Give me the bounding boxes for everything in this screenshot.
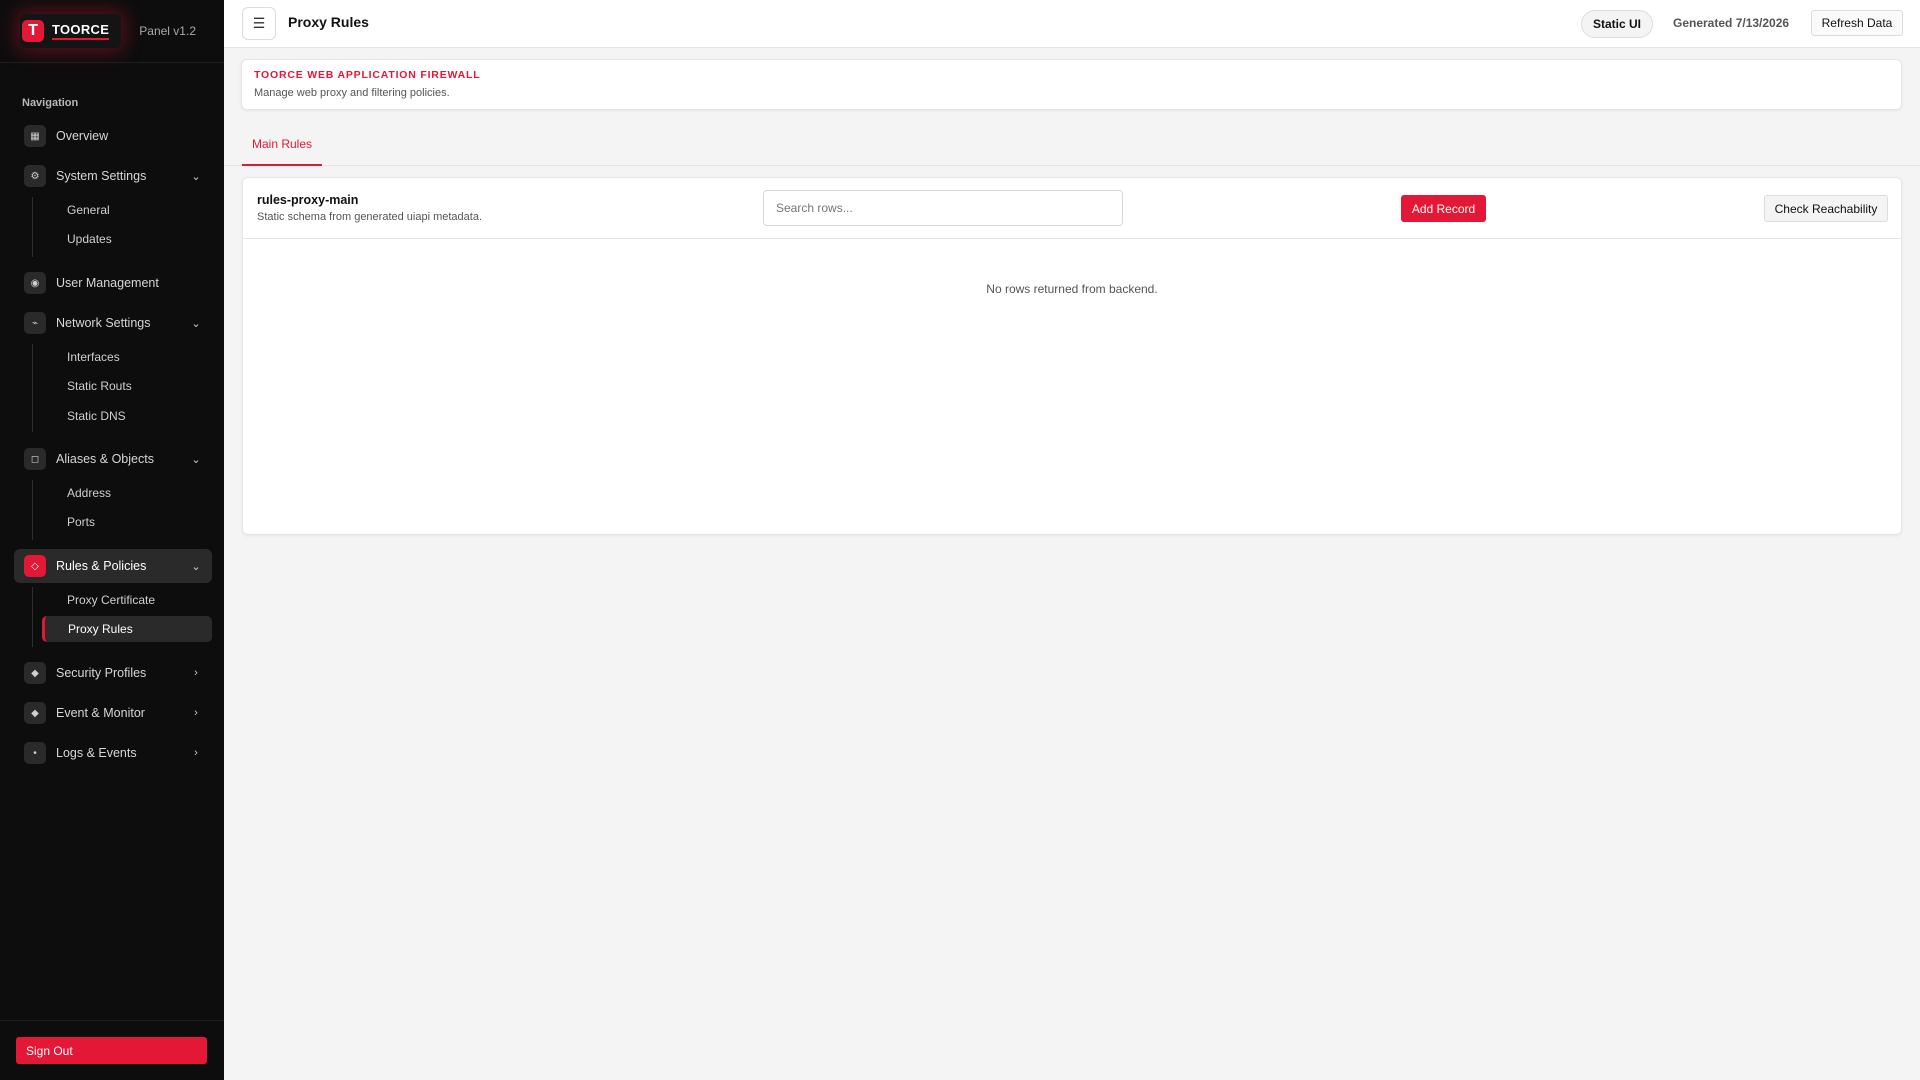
chevron-right-icon: › (194, 667, 198, 679)
tab-bar: Main Rules (224, 124, 1920, 166)
brand-name: TOORCE (52, 22, 110, 40)
sidebar-subitem-ports[interactable]: Ports (41, 509, 213, 535)
nav-heading: Navigation (22, 97, 79, 109)
chevron-down-icon: ⌄ (191, 170, 201, 183)
brand-logo[interactable]: T TOORCE (20, 14, 122, 48)
tab-main-rules[interactable]: Main Rules (242, 124, 323, 166)
box-icon: ◻ (24, 448, 46, 470)
sidebar-item-system-settings[interactable]: ⚙ System Settings ⌄ (14, 159, 212, 193)
sidebar-item-aliases-objects[interactable]: ◻ Aliases & Objects ⌄ (14, 442, 212, 476)
sidebar-item-label: System Settings (56, 169, 147, 183)
chevron-down-icon: ⌄ (191, 317, 201, 330)
sidebar-item-security-profiles[interactable]: ◆ Security Profiles › (14, 656, 212, 690)
sidebar-subitem-static-routs[interactable]: Static Routs (41, 373, 213, 399)
section-subtitle: Manage web proxy and filtering policies. (254, 87, 450, 99)
sidebar-item-logs-events[interactable]: • Logs & Events › (14, 736, 212, 770)
sidebar-subitem-updates[interactable]: Updates (41, 226, 213, 252)
sidebar-item-label: Rules & Policies (56, 559, 147, 573)
section-eyebrow: TOORCE WEB APPLICATION FIREWALL (254, 69, 481, 81)
sidebar-item-label: Security Profiles (56, 666, 147, 680)
diamond-icon: ◇ (24, 555, 46, 577)
refresh-data-button[interactable]: Refresh Data (1811, 10, 1903, 36)
grid-icon: ▦ (24, 125, 46, 147)
topbar: ☰ Proxy Rules Static UI Generated 7/13/2… (224, 0, 1920, 48)
table-name: rules-proxy-main (257, 193, 359, 207)
sidebar-subitem-address[interactable]: Address (41, 480, 213, 506)
table-description: Static schema from generated uiapi metad… (257, 211, 483, 223)
sign-out-button[interactable]: Sign Out (16, 1037, 207, 1064)
brand-row: T TOORCE Panel v1.2 (0, 0, 224, 63)
chevron-right-icon: › (194, 747, 198, 759)
gear-icon: ⚙ (24, 165, 46, 187)
empty-state-message: No rows returned from backend. (986, 282, 1158, 296)
sidebar-item-label: Aliases & Objects (56, 452, 154, 466)
submenu-network-settings: Interfaces Static Routs Static DNS (32, 344, 212, 432)
page-title: Proxy Rules (288, 14, 369, 30)
sidebar-item-rules-policies[interactable]: ◇ Rules & Policies ⌄ (14, 549, 212, 583)
sidebar-item-label: Overview (56, 129, 109, 143)
shield-icon: ◆ (24, 662, 46, 684)
monitor-icon: ◆ (24, 702, 46, 724)
submenu-aliases-objects: Address Ports (32, 480, 212, 540)
sidebar-item-label: User Management (56, 276, 159, 290)
submenu-rules-policies: Proxy Certificate Proxy Rules (32, 587, 212, 647)
sidebar-subitem-static-dns[interactable]: Static DNS (41, 403, 213, 429)
dot-icon: • (24, 742, 46, 764)
table-card: rules-proxy-main Static schema from gene… (242, 177, 1902, 535)
user-icon: ◉ (24, 272, 46, 294)
sidebar-subitem-interfaces[interactable]: Interfaces (41, 344, 213, 370)
network-icon: ⌁ (24, 312, 46, 334)
sidebar-item-network-settings[interactable]: ⌁ Network Settings ⌄ (14, 306, 212, 340)
sidebar-subitem-proxy-rules[interactable]: Proxy Rules (42, 616, 212, 642)
add-record-button[interactable]: Add Record (1401, 195, 1486, 222)
chevron-down-icon: ⌄ (191, 560, 201, 573)
static-ui-badge: Static UI (1581, 10, 1654, 38)
submenu-system-settings: General Updates (32, 197, 212, 257)
table-header: rules-proxy-main Static schema from gene… (243, 178, 1901, 239)
generated-date: Generated 7/13/2026 (1673, 16, 1790, 30)
sidebar-item-event-monitor[interactable]: ◆ Event & Monitor › (14, 696, 212, 730)
sidebar-item-label: Event & Monitor (56, 706, 145, 720)
hamburger-icon: ☰ (252, 15, 266, 31)
sidebar-subitem-proxy-certificate[interactable]: Proxy Certificate (41, 587, 213, 613)
search-input[interactable] (763, 190, 1123, 226)
chevron-down-icon: ⌄ (191, 453, 201, 466)
menu-toggle-button[interactable]: ☰ (242, 7, 276, 40)
sidebar-item-user-management[interactable]: ◉ User Management (14, 266, 212, 300)
chevron-right-icon: › (194, 707, 198, 719)
sidebar-subitem-general[interactable]: General (41, 197, 213, 223)
sidebar-item-overview[interactable]: ▦ Overview (14, 119, 212, 153)
sidebar-footer: Sign Out (0, 1020, 224, 1080)
check-reachability-button[interactable]: Check Reachability (1764, 195, 1888, 222)
panel-version: Panel v1.2 (139, 24, 196, 38)
sidebar-item-label: Network Settings (56, 316, 151, 330)
page-header-card: TOORCE WEB APPLICATION FIREWALL Manage w… (241, 59, 1902, 110)
sidebar-item-label: Logs & Events (56, 746, 137, 760)
sidebar: T TOORCE Panel v1.2 Navigation ▦ Overvie… (0, 0, 224, 1080)
logo-mark-icon: T (22, 20, 44, 42)
